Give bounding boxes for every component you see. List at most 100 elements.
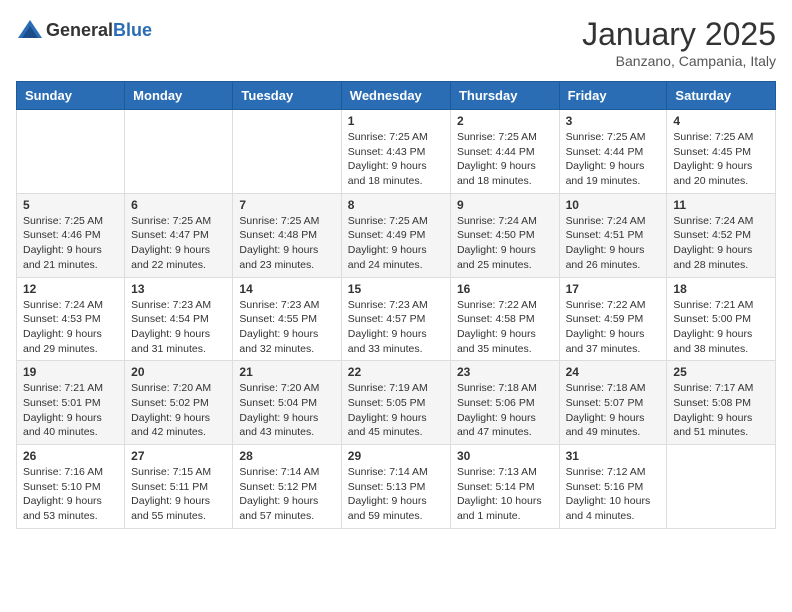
logo: GeneralBlue bbox=[16, 16, 152, 44]
day-number: 27 bbox=[131, 449, 226, 463]
day-info: Sunrise: 7:25 AMSunset: 4:47 PMDaylight:… bbox=[131, 214, 226, 273]
day-info: Sunrise: 7:25 AMSunset: 4:48 PMDaylight:… bbox=[239, 214, 334, 273]
day-info: Sunrise: 7:16 AMSunset: 5:10 PMDaylight:… bbox=[23, 465, 118, 524]
day-number: 13 bbox=[131, 282, 226, 296]
calendar-week-row: 26 Sunrise: 7:16 AMSunset: 5:10 PMDayligh… bbox=[17, 445, 776, 529]
weekday-header: Saturday bbox=[667, 82, 776, 110]
day-info: Sunrise: 7:18 AMSunset: 5:06 PMDaylight:… bbox=[457, 381, 553, 440]
calendar-cell: 5Sunrise: 7:25 AMSunset: 4:46 PMDaylight… bbox=[17, 193, 125, 277]
location-title: Banzano, Campania, Italy bbox=[582, 53, 776, 69]
logo-blue-text: Blue bbox=[113, 20, 152, 40]
day-number: 31 bbox=[566, 449, 661, 463]
day-info: Sunrise: 7:13 AMSunset: 5:14 PMDaylight:… bbox=[457, 465, 553, 524]
weekday-header: Monday bbox=[125, 82, 233, 110]
month-title: January 2025 bbox=[582, 16, 776, 53]
calendar-week-row: 5Sunrise: 7:25 AMSunset: 4:46 PMDaylight… bbox=[17, 193, 776, 277]
day-number: 3 bbox=[566, 114, 661, 128]
day-info: Sunrise: 7:23 AMSunset: 4:55 PMDaylight:… bbox=[239, 298, 334, 357]
weekday-header: Friday bbox=[559, 82, 667, 110]
calendar-cell: 31Sunrise: 7:12 AMSunset: 5:16 PMDayligh… bbox=[559, 445, 667, 529]
calendar-cell: 27 Sunrise: 7:15 AMSunset: 5:11 PMDayligh… bbox=[125, 445, 233, 529]
day-number: 4 bbox=[673, 114, 769, 128]
weekday-header: Sunday bbox=[17, 82, 125, 110]
day-number: 12 bbox=[23, 282, 118, 296]
calendar-week-row: 19 Sunrise: 7:21 AMSunset: 5:01 PMDayligh… bbox=[17, 361, 776, 445]
logo-general-text: General bbox=[46, 20, 113, 40]
calendar-table: SundayMondayTuesdayWednesdayThursdayFrid… bbox=[16, 81, 776, 529]
day-info: Sunrise: 7:18 AMSunset: 5:07 PMDaylight:… bbox=[566, 381, 661, 440]
calendar-cell: 26 Sunrise: 7:16 AMSunset: 5:10 PMDayligh… bbox=[17, 445, 125, 529]
day-info: Sunrise: 7:24 AMSunset: 4:52 PMDaylight:… bbox=[673, 214, 769, 273]
day-info: Sunrise: 7:15 AMSunset: 5:11 PMDaylight:… bbox=[131, 465, 226, 524]
calendar-cell: 9Sunrise: 7:24 AMSunset: 4:50 PMDaylight… bbox=[450, 193, 559, 277]
day-number: 11 bbox=[673, 198, 769, 212]
day-number: 15 bbox=[348, 282, 444, 296]
calendar-cell: 10Sunrise: 7:24 AMSunset: 4:51 PMDayligh… bbox=[559, 193, 667, 277]
day-number: 26 bbox=[23, 449, 118, 463]
day-number: 30 bbox=[457, 449, 553, 463]
day-info: Sunrise: 7:25 AMSunset: 4:45 PMDaylight:… bbox=[673, 130, 769, 189]
day-number: 10 bbox=[566, 198, 661, 212]
day-info: Sunrise: 7:19 AMSunset: 5:05 PMDaylight:… bbox=[348, 381, 444, 440]
day-number: 7 bbox=[239, 198, 334, 212]
page-header: GeneralBlue January 2025 Banzano, Campan… bbox=[16, 16, 776, 69]
day-number: 16 bbox=[457, 282, 553, 296]
calendar-cell: 3Sunrise: 7:25 AMSunset: 4:44 PMDaylight… bbox=[559, 110, 667, 194]
weekday-header: Tuesday bbox=[233, 82, 341, 110]
calendar-cell: 15 Sunrise: 7:23 AMSunset: 4:57 PMDayligh… bbox=[341, 277, 450, 361]
day-info: Sunrise: 7:24 AMSunset: 4:53 PMDaylight:… bbox=[23, 298, 118, 357]
day-info: Sunrise: 7:25 AMSunset: 4:43 PMDaylight:… bbox=[348, 130, 444, 189]
calendar-cell: 25 Sunrise: 7:17 AMSunset: 5:08 PMDayligh… bbox=[667, 361, 776, 445]
weekday-header-row: SundayMondayTuesdayWednesdayThursdayFrid… bbox=[17, 82, 776, 110]
day-number: 6 bbox=[131, 198, 226, 212]
day-info: Sunrise: 7:20 AMSunset: 5:02 PMDaylight:… bbox=[131, 381, 226, 440]
weekday-header: Thursday bbox=[450, 82, 559, 110]
day-number: 17 bbox=[566, 282, 661, 296]
calendar-cell: 12 Sunrise: 7:24 AMSunset: 4:53 PMDayligh… bbox=[17, 277, 125, 361]
day-info: Sunrise: 7:20 AMSunset: 5:04 PMDaylight:… bbox=[239, 381, 334, 440]
day-number: 14 bbox=[239, 282, 334, 296]
day-info: Sunrise: 7:25 AMSunset: 4:46 PMDaylight:… bbox=[23, 214, 118, 273]
calendar-cell: 23 Sunrise: 7:18 AMSunset: 5:06 PMDayligh… bbox=[450, 361, 559, 445]
day-info: Sunrise: 7:23 AMSunset: 4:54 PMDaylight:… bbox=[131, 298, 226, 357]
day-number: 25 bbox=[673, 365, 769, 379]
day-info: Sunrise: 7:17 AMSunset: 5:08 PMDaylight:… bbox=[673, 381, 769, 440]
calendar-cell: 20 Sunrise: 7:20 AMSunset: 5:02 PMDayligh… bbox=[125, 361, 233, 445]
day-number: 2 bbox=[457, 114, 553, 128]
day-number: 28 bbox=[239, 449, 334, 463]
day-number: 19 bbox=[23, 365, 118, 379]
day-number: 22 bbox=[348, 365, 444, 379]
calendar-cell: 8 Sunrise: 7:25 AMSunset: 4:49 PMDaylight… bbox=[341, 193, 450, 277]
day-number: 20 bbox=[131, 365, 226, 379]
calendar-cell bbox=[667, 445, 776, 529]
calendar-cell bbox=[125, 110, 233, 194]
day-number: 23 bbox=[457, 365, 553, 379]
day-number: 21 bbox=[239, 365, 334, 379]
day-info: Sunrise: 7:14 AMSunset: 5:12 PMDaylight:… bbox=[239, 465, 334, 524]
calendar-cell: 7 Sunrise: 7:25 AMSunset: 4:48 PMDaylight… bbox=[233, 193, 341, 277]
day-info: Sunrise: 7:25 AMSunset: 4:49 PMDaylight:… bbox=[348, 214, 444, 273]
calendar-cell bbox=[233, 110, 341, 194]
day-info: Sunrise: 7:21 AMSunset: 5:00 PMDaylight:… bbox=[673, 298, 769, 357]
day-info: Sunrise: 7:23 AMSunset: 4:57 PMDaylight:… bbox=[348, 298, 444, 357]
day-info: Sunrise: 7:21 AMSunset: 5:01 PMDaylight:… bbox=[23, 381, 118, 440]
day-number: 29 bbox=[348, 449, 444, 463]
calendar-cell: 4 Sunrise: 7:25 AMSunset: 4:45 PMDaylight… bbox=[667, 110, 776, 194]
day-number: 18 bbox=[673, 282, 769, 296]
day-info: Sunrise: 7:22 AMSunset: 4:58 PMDaylight:… bbox=[457, 298, 553, 357]
calendar-cell: 29Sunrise: 7:14 AMSunset: 5:13 PMDayligh… bbox=[341, 445, 450, 529]
calendar-cell: 18 Sunrise: 7:21 AMSunset: 5:00 PMDayligh… bbox=[667, 277, 776, 361]
calendar-week-row: 1Sunrise: 7:25 AMSunset: 4:43 PMDaylight… bbox=[17, 110, 776, 194]
calendar-cell: 2Sunrise: 7:25 AMSunset: 4:44 PMDaylight… bbox=[450, 110, 559, 194]
calendar-cell: 22 Sunrise: 7:19 AMSunset: 5:05 PMDayligh… bbox=[341, 361, 450, 445]
logo-icon bbox=[16, 16, 44, 44]
calendar-cell: 14 Sunrise: 7:23 AMSunset: 4:55 PMDayligh… bbox=[233, 277, 341, 361]
calendar-cell bbox=[17, 110, 125, 194]
calendar-cell: 30 Sunrise: 7:13 AMSunset: 5:14 PMDayligh… bbox=[450, 445, 559, 529]
calendar-cell: 17Sunrise: 7:22 AMSunset: 4:59 PMDayligh… bbox=[559, 277, 667, 361]
calendar-week-row: 12 Sunrise: 7:24 AMSunset: 4:53 PMDayligh… bbox=[17, 277, 776, 361]
day-number: 9 bbox=[457, 198, 553, 212]
day-number: 8 bbox=[348, 198, 444, 212]
calendar-cell: 6 Sunrise: 7:25 AMSunset: 4:47 PMDaylight… bbox=[125, 193, 233, 277]
title-block: January 2025 Banzano, Campania, Italy bbox=[582, 16, 776, 69]
